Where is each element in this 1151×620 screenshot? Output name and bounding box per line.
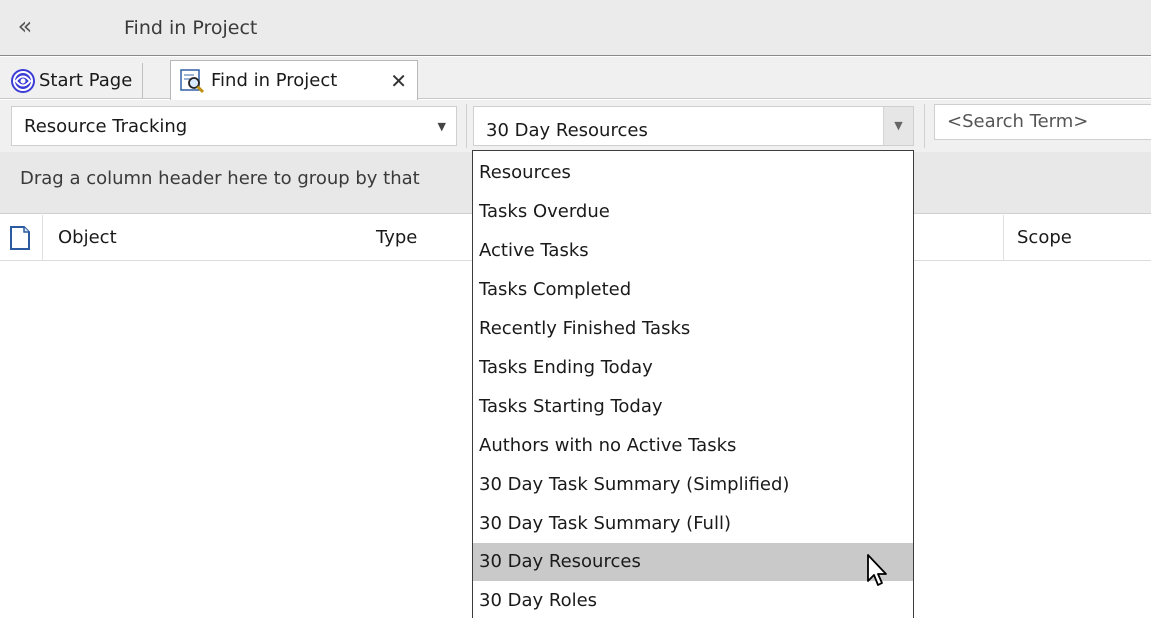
dropdown-option[interactable]: Resources <box>473 154 913 192</box>
dropdown-option[interactable]: Tasks Ending Today <box>473 349 913 387</box>
double-chevron-left-icon[interactable]: « <box>10 12 40 40</box>
dropdown-option-selected[interactable]: 30 Day Resources <box>473 543 913 581</box>
search-select[interactable]: 30 Day Resources ▼ <box>473 106 914 146</box>
toolbar-divider <box>924 104 925 148</box>
column-header-scope[interactable]: Scope <box>1017 215 1072 261</box>
window-title: Find in Project <box>124 17 258 39</box>
chevron-down-icon[interactable]: ▼ <box>883 107 913 145</box>
window-title-bar: « Find in Project <box>0 0 1151 56</box>
chevron-down-icon[interactable]: ▼ <box>438 107 446 147</box>
find-in-project-icon <box>179 68 205 94</box>
group-by-hint: Drag a column header here to group by th… <box>20 168 420 189</box>
dropdown-option[interactable]: Authors with no Active Tasks <box>473 427 913 465</box>
dropdown-option[interactable]: Tasks Completed <box>473 271 913 309</box>
search-term-placeholder: <Search Term> <box>947 111 1089 132</box>
tab-start-page[interactable]: Start Page <box>6 63 144 98</box>
toolbar-divider <box>466 104 467 148</box>
dropdown-option[interactable]: Recently Finished Tasks <box>473 310 913 348</box>
dropdown-option[interactable]: Active Tasks <box>473 232 913 270</box>
dropdown-option[interactable]: Tasks Overdue <box>473 193 913 231</box>
search-category-select[interactable]: Resource Tracking ▼ <box>11 106 457 146</box>
column-divider <box>1003 215 1004 261</box>
start-page-icon <box>10 68 36 94</box>
search-term-input[interactable]: <Search Term> <box>934 104 1151 140</box>
search-dropdown-list[interactable]: Resources Tasks Overdue Active Tasks Tas… <box>472 150 914 618</box>
dropdown-option[interactable]: Tasks Starting Today <box>473 388 913 426</box>
dropdown-option[interactable]: 30 Day Task Summary (Full) <box>473 505 913 543</box>
search-toolbar: Resource Tracking ▼ 30 Day Resources ▼ <… <box>0 100 1151 152</box>
document-icon <box>8 226 34 250</box>
column-header-type[interactable]: Type <box>376 215 417 261</box>
dropdown-option[interactable]: 30 Day Task Summary (Simplified) <box>473 466 913 504</box>
tab-strip: Start Page Find in Project ✕ <box>0 57 1151 100</box>
column-header-object[interactable]: Object <box>58 215 117 261</box>
tab-find-in-project[interactable]: Find in Project ✕ <box>170 60 418 100</box>
search-category-value: Resource Tracking <box>24 116 188 137</box>
dropdown-option[interactable]: 30 Day Roles <box>473 582 913 620</box>
tab-start-page-label: Start Page <box>39 70 133 91</box>
column-divider <box>42 215 43 261</box>
search-select-value: 30 Day Resources <box>486 120 648 141</box>
close-icon[interactable]: ✕ <box>390 69 407 93</box>
tab-find-in-project-label: Find in Project <box>211 70 338 91</box>
mouse-pointer-icon <box>866 553 892 589</box>
